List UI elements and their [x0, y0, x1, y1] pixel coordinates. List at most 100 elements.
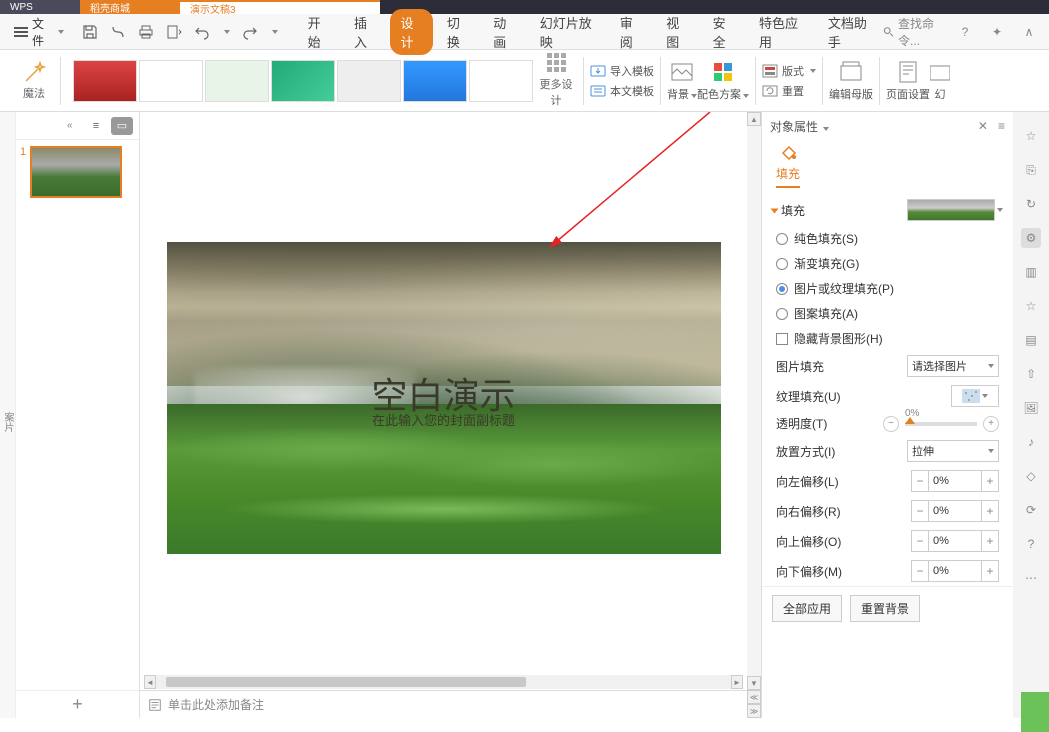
rail-sound-icon[interactable]: ♪	[1021, 432, 1041, 452]
layout-button[interactable]: 版式	[762, 63, 816, 79]
tab-home[interactable]: 开始	[298, 9, 340, 55]
rail-share-icon[interactable]: ⇧	[1021, 364, 1041, 384]
scroll-right-button[interactable]: ►	[731, 675, 743, 689]
command-search[interactable]: 查找命令...	[883, 15, 945, 49]
close-panel-icon[interactable]: ✕	[978, 119, 988, 133]
radio-solid-fill[interactable]: 纯色填充(S)	[776, 230, 999, 247]
apply-all-button[interactable]: 全部应用	[772, 595, 842, 622]
rail-star-icon[interactable]: ☆	[1021, 296, 1041, 316]
spinner-minus-button[interactable]: −	[911, 560, 929, 582]
hscroll-thumb[interactable]	[166, 677, 526, 687]
spinner-plus-button[interactable]: +	[981, 530, 999, 552]
rail-history-icon[interactable]: ↻	[1021, 194, 1041, 214]
save-icon[interactable]	[82, 24, 98, 40]
more-design-button[interactable]: 更多设计	[535, 53, 577, 108]
spinner-minus-button[interactable]: −	[911, 500, 929, 522]
feedback-icon[interactable]: ✦	[989, 24, 1005, 40]
vscroll-track[interactable]	[747, 126, 761, 676]
reset-background-button[interactable]: 重置背景	[850, 595, 920, 622]
rail-properties-icon[interactable]: ⚙	[1021, 228, 1041, 248]
radio-gradient-fill[interactable]: 渐变填充(G)	[776, 255, 999, 272]
page-setup-button[interactable]: 页面设置	[886, 60, 930, 102]
print-preview-icon[interactable]	[110, 24, 126, 40]
properties-header[interactable]: 对象属性 ✕ ≡	[762, 112, 1013, 140]
opacity-slider[interactable]	[905, 422, 977, 426]
undo-dropdown-icon[interactable]	[224, 30, 230, 34]
scroll-left-button[interactable]: ◄	[144, 675, 156, 689]
file-menu-button[interactable]: 文件	[6, 15, 72, 49]
next-slide-button[interactable]: ≫	[747, 704, 761, 718]
template-thumb-2[interactable]	[139, 60, 203, 102]
placement-select[interactable]: 拉伸	[907, 440, 999, 462]
notes-bar[interactable]: 单击此处添加备注	[140, 690, 747, 718]
horizontal-scrollbar[interactable]: ◄ ►	[140, 674, 747, 690]
background-button[interactable]: 背景	[667, 60, 697, 102]
rail-help-icon[interactable]: ?	[1021, 534, 1041, 554]
collapse-pane-icon[interactable]: «	[67, 120, 81, 131]
tab-dochelper[interactable]: 文档助手	[818, 9, 883, 55]
template-thumb-6[interactable]	[403, 60, 467, 102]
magic-button[interactable]: 魔法	[14, 61, 54, 101]
template-thumb-5[interactable]	[337, 60, 401, 102]
export-icon[interactable]	[166, 24, 182, 40]
template-thumb-4[interactable]	[271, 60, 335, 102]
outline-view-toggle[interactable]: ≡	[85, 117, 107, 135]
offset-down-spinner[interactable]: −0%+	[911, 560, 999, 582]
hscroll-track[interactable]	[156, 675, 731, 689]
offset-right-spinner[interactable]: −0%+	[911, 500, 999, 522]
reset-button[interactable]: 重置	[762, 83, 816, 99]
opacity-increase-button[interactable]: +	[983, 416, 999, 432]
rail-image-icon[interactable]: 🖼	[1021, 398, 1041, 418]
slide-area[interactable]: 空白演示 在此输入您的封面副标题	[140, 112, 747, 674]
template-thumb-1[interactable]	[73, 60, 137, 102]
edit-master-button[interactable]: 编辑母版	[829, 60, 873, 102]
current-fill-preview[interactable]	[907, 199, 995, 221]
spinner-minus-button[interactable]: −	[911, 530, 929, 552]
spinner-minus-button[interactable]: −	[911, 470, 929, 492]
add-slide-button[interactable]: +	[16, 690, 139, 718]
rail-layers-icon[interactable]: ▥	[1021, 262, 1041, 282]
tab-view[interactable]: 视图	[656, 9, 698, 55]
tab-animation[interactable]: 动画	[483, 9, 525, 55]
footer-chat-button[interactable]	[1021, 692, 1049, 732]
slider-handle-icon[interactable]	[905, 417, 915, 424]
import-template-button[interactable]: 导入模板	[590, 63, 654, 79]
picture-fill-select[interactable]: 请选择图片	[907, 355, 999, 377]
undo-icon[interactable]	[194, 24, 210, 40]
tab-insert[interactable]: 插入	[344, 9, 386, 55]
rail-archive-icon[interactable]: ▤	[1021, 330, 1041, 350]
tab-review[interactable]: 审阅	[610, 9, 652, 55]
template-thumb-7[interactable]	[469, 60, 533, 102]
fill-section-header[interactable]: 填充	[762, 194, 1013, 226]
collapse-ribbon-icon[interactable]: ∧	[1021, 24, 1037, 40]
rail-clipboard-icon[interactable]: ⎘	[1021, 160, 1041, 180]
thumbnail-view-toggle[interactable]: ▭	[111, 117, 133, 135]
panel-menu-icon[interactable]: ≡	[998, 119, 1005, 133]
rail-favorites-icon[interactable]: ☆	[1021, 126, 1041, 146]
tab-transition[interactable]: 切换	[437, 9, 479, 55]
slide[interactable]: 空白演示 在此输入您的封面副标题	[167, 242, 721, 554]
offset-left-spinner[interactable]: −0%+	[911, 470, 999, 492]
scroll-up-button[interactable]: ▲	[747, 112, 761, 126]
slide-thumbnail-1[interactable]: 1	[20, 146, 135, 198]
offset-up-spinner[interactable]: −0%+	[911, 530, 999, 552]
tab-slideshow[interactable]: 幻灯片放映	[530, 9, 606, 55]
rail-refresh-icon[interactable]: ⟳	[1021, 500, 1041, 520]
texture-fill-select[interactable]	[951, 385, 999, 407]
radio-picture-fill[interactable]: 图片或纹理填充(P)	[776, 280, 999, 297]
spinner-plus-button[interactable]: +	[981, 470, 999, 492]
vertical-scrollbar[interactable]: ▲ ▼ ≪ ≫	[747, 112, 761, 718]
prev-slide-button[interactable]: ≪	[747, 690, 761, 704]
template-thumb-3[interactable]	[205, 60, 269, 102]
properties-tab-fill[interactable]: 填充	[776, 143, 800, 188]
tab-features[interactable]: 特色应用	[749, 9, 814, 55]
redo-icon[interactable]	[242, 24, 258, 40]
rail-more-icon[interactable]: ⋯	[1021, 568, 1041, 588]
spinner-plus-button[interactable]: +	[981, 500, 999, 522]
spinner-plus-button[interactable]: +	[981, 560, 999, 582]
slide-size-button[interactable]: 幻	[930, 60, 950, 102]
app-tab-store[interactable]: 稻壳商城	[80, 0, 180, 14]
checkbox-hide-bg-graphics[interactable]: 隐藏背景图形(H)	[776, 330, 999, 347]
opacity-decrease-button[interactable]: −	[883, 416, 899, 432]
slide-subtitle-placeholder[interactable]: 在此输入您的封面副标题	[167, 410, 721, 429]
